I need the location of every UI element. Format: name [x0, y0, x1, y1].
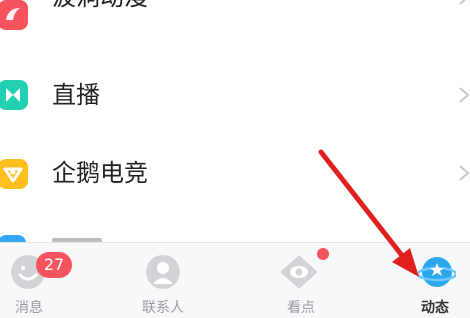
tab-label: 看点 [287, 300, 315, 316]
chevron-right-icon [459, 0, 467, 5]
tab-label: 动态 [421, 300, 449, 316]
live-stream-icon [0, 80, 28, 110]
new-content-dot [317, 248, 329, 260]
menu-item-label: 波洞动漫 [52, 0, 148, 12]
unread-badge: 27 [36, 252, 72, 278]
chevron-right-icon [459, 165, 470, 181]
tab-label: 联系人 [142, 300, 184, 316]
menu-item-live[interactable]: 直播 [0, 56, 470, 134]
menu-item-bodong-comic[interactable]: 波洞动漫 [0, 0, 470, 56]
menu-item-label: 直播 [52, 81, 100, 109]
bodong-comic-icon [0, 0, 28, 30]
tab-contacts[interactable]: 联系人 [104, 243, 222, 318]
contacts-icon [146, 255, 180, 289]
menu-item-label: 企鹅电竞 [52, 159, 148, 187]
menu-item-penguin-esports[interactable]: 企鹅电竞 [0, 134, 470, 212]
chevron-right-icon [459, 87, 470, 103]
bottom-tab-bar: 消息 联系人 看点 动态 [0, 242, 470, 318]
tab-kandian[interactable]: 看点 [242, 243, 360, 318]
tab-dynamic[interactable]: 动态 [376, 243, 470, 318]
penguin-esports-icon [0, 159, 28, 189]
tab-label: 消息 [15, 300, 43, 316]
eye-icon [281, 256, 317, 288]
planet-icon [418, 257, 456, 287]
